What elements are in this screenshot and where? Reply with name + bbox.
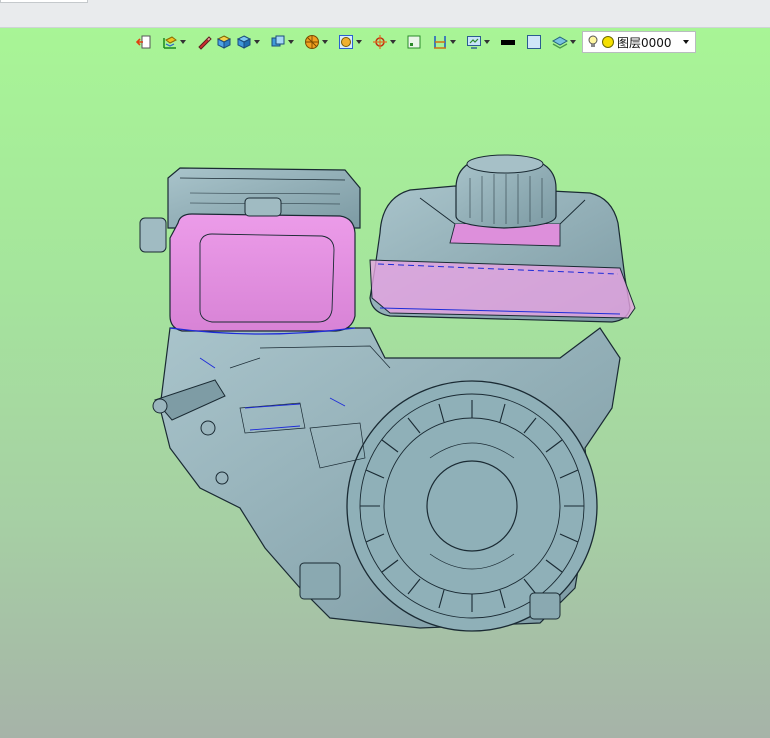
pen-tool-button[interactable] — [194, 31, 214, 53]
pen-tool-icon — [198, 36, 212, 50]
air-filter-cover — [169, 213, 356, 332]
iso-view-icon — [216, 35, 232, 49]
render-mode-icon — [305, 35, 319, 49]
display-style-button[interactable] — [268, 31, 296, 53]
layer-color-swatch[interactable] — [602, 36, 614, 48]
section-view-button[interactable] — [336, 31, 364, 53]
dimension-icon — [434, 36, 446, 49]
engine-model[interactable] — [0, 28, 770, 738]
view-orient-icon — [163, 36, 177, 49]
top-bar — [0, 0, 770, 28]
snap-target-icon — [373, 35, 387, 49]
display-style-icon — [271, 35, 285, 47]
screen-capture-icon — [467, 36, 481, 49]
view-orientation-button[interactable] — [160, 31, 188, 53]
exit-sketch-button[interactable] — [134, 31, 154, 53]
chevron-down-icon[interactable] — [683, 40, 689, 44]
layers-button[interactable] — [550, 31, 578, 53]
line-color-button[interactable] — [498, 31, 518, 53]
shaded-cube-icon — [236, 35, 252, 49]
plane-icon — [407, 35, 421, 49]
section-view-icon — [339, 35, 353, 49]
layers-icon — [552, 36, 568, 49]
dimension-button[interactable] — [430, 31, 458, 53]
iso-view-button[interactable] — [214, 31, 234, 53]
layer-selector[interactable]: 图层0000 — [582, 31, 696, 53]
snap-target-button[interactable] — [370, 31, 398, 53]
fill-color-icon — [527, 35, 541, 49]
shaded-cube-button[interactable] — [234, 31, 262, 53]
light-bulb-icon[interactable] — [587, 35, 599, 49]
heads-up-toolbar: 图层0000 — [134, 31, 696, 53]
exit-sketch-icon — [136, 35, 151, 49]
fill-color-button[interactable] — [524, 31, 544, 53]
plane-button[interactable] — [404, 31, 424, 53]
line-color-icon — [501, 40, 515, 45]
layer-name: 图层0000 — [617, 35, 672, 50]
render-mode-button[interactable] — [302, 31, 330, 53]
graphics-viewport[interactable]: 图层0000 — [0, 28, 770, 738]
screen-capture-button[interactable] — [464, 31, 492, 53]
document-tab[interactable] — [0, 0, 88, 3]
